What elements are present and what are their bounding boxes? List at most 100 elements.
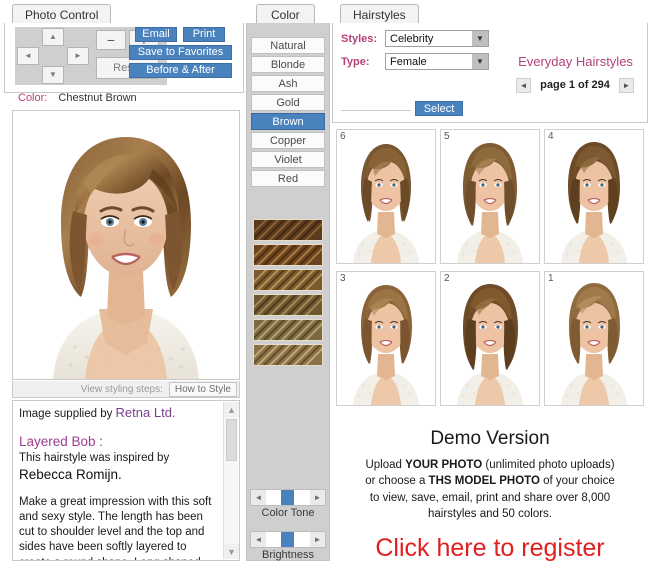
save-to-favorites-button[interactable]: Save to Favorites	[129, 45, 232, 60]
style-name: Layered Bob :	[19, 434, 104, 450]
register-link[interactable]: Click here to register	[332, 534, 648, 563]
style-paragraph: Make a great impression with this soft a…	[19, 495, 212, 560]
color-item-red[interactable]: Red	[251, 170, 325, 187]
color-item-copper[interactable]: Copper	[251, 132, 325, 149]
select-divider	[341, 110, 411, 111]
inspired-line: This hairstyle was inspired by	[19, 451, 170, 464]
hairstyle-thumb-2[interactable]: 2	[440, 271, 540, 406]
hairstyle-thumb-6[interactable]: 6	[336, 129, 436, 264]
hair-swatch-5[interactable]	[243, 317, 329, 343]
hairstyle-thumb-image	[441, 130, 539, 263]
photo-control-body: ▲ ▼ ◄ ► − + Reset Email Print Save to Fa…	[4, 23, 244, 93]
color-tone-control: ◄ ► Color Tone	[250, 489, 326, 519]
color-item-blonde[interactable]: Blonde	[251, 56, 325, 73]
brightness-label: Brightness	[262, 549, 314, 561]
hairstyle-thumbnail-grid: 6 5 4 3 2 1	[332, 129, 648, 409]
hairstyle-thumb-5[interactable]: 5	[440, 129, 540, 264]
hairstyle-thumb-image	[545, 130, 643, 263]
pagination: ◄ page 1 of 294 ►	[501, 76, 649, 94]
image-supplier: Retna Ltd.	[115, 405, 176, 420]
promo-line3: to view, save, email, print and share ov…	[369, 491, 611, 504]
page-indicator: page 1 of 294	[540, 79, 610, 91]
color-tone-slider[interactable]: ◄ ►	[250, 489, 326, 506]
pan-right-button[interactable]: ►	[67, 47, 89, 65]
color-tone-right-arrow-icon[interactable]: ►	[310, 490, 325, 505]
chevron-down-icon[interactable]: ▼	[472, 31, 488, 46]
styling-steps-bar: View styling steps: How to Style	[12, 381, 240, 398]
styling-steps-hint: View styling steps:	[80, 383, 163, 395]
scroll-down-icon[interactable]: ▼	[224, 544, 239, 559]
scrollbar-thumb[interactable]	[226, 419, 237, 461]
hairstyle-thumb-1[interactable]: 1	[544, 271, 644, 406]
hair-swatch-6[interactable]	[243, 342, 329, 368]
promo-body: Upload YOUR PHOTO (unlimited photo uploa…	[332, 457, 648, 522]
image-supplied-prefix: Image supplied by	[19, 408, 116, 420]
brightness-left-arrow-icon[interactable]: ◄	[251, 532, 266, 547]
hairstyles-tabstrip: Hairstyles	[332, 2, 648, 24]
hairstyle-thumb-image	[545, 272, 643, 405]
color-tabstrip: Color	[246, 2, 330, 24]
color-panel-body: Natural Blonde Ash Gold Brown Copper Vio…	[243, 23, 330, 561]
color-item-brown[interactable]: Brown	[251, 113, 325, 130]
prev-page-arrow-icon[interactable]: ◄	[516, 77, 532, 93]
category-title: Everyday Hairstyles	[518, 54, 633, 69]
color-tone-thumb[interactable]	[281, 490, 294, 505]
email-button[interactable]: Email	[135, 27, 177, 42]
pan-down-button[interactable]: ▼	[42, 66, 64, 84]
hair-swatch-1[interactable]	[243, 217, 329, 243]
promo-your-photo: YOUR PHOTO	[405, 459, 483, 471]
promo-line1-a: Upload	[365, 459, 406, 471]
thumb-number: 4	[548, 131, 554, 142]
thumb-number: 3	[340, 273, 346, 284]
hairstyle-thumb-image	[337, 272, 435, 405]
brightness-control: ◄ ► Brightness	[250, 531, 326, 561]
tab-photo-control[interactable]: Photo Control	[12, 4, 112, 24]
select-row: Select	[341, 101, 641, 117]
hairstyle-app-window: Photo Control ▲ ▼ ◄ ► − + Reset Email Pr…	[0, 0, 650, 563]
style-description-box: Image supplied by Retna Ltd. Layered Bob…	[12, 400, 240, 561]
hairstyles-panel: Hairstyles Styles: Celebrity ▼ Type: Fem…	[332, 2, 649, 562]
tab-color[interactable]: Color	[256, 4, 315, 24]
color-tone-left-arrow-icon[interactable]: ◄	[251, 490, 266, 505]
type-select-value: Female	[390, 55, 427, 68]
scroll-up-icon[interactable]: ▲	[224, 402, 239, 417]
demo-promo-block: Demo Version Upload YOUR PHOTO (unlimite…	[332, 422, 648, 562]
color-item-natural[interactable]: Natural	[251, 37, 325, 54]
zoom-out-button[interactable]: −	[96, 30, 126, 50]
pan-left-button[interactable]: ◄	[17, 47, 39, 65]
type-label: Type:	[341, 56, 370, 68]
styles-select[interactable]: Celebrity ▼	[385, 30, 489, 47]
hair-swatch-4[interactable]	[243, 292, 329, 318]
select-button[interactable]: Select	[415, 101, 463, 116]
brightness-thumb[interactable]	[281, 532, 294, 547]
hair-swatch-3[interactable]	[243, 267, 329, 293]
color-panel: Color Natural Blonde Ash Gold Brown Copp…	[243, 2, 330, 561]
next-page-arrow-icon[interactable]: ►	[618, 77, 634, 93]
thumb-number: 5	[444, 131, 450, 142]
how-to-style-button[interactable]: How to Style	[168, 381, 237, 397]
hair-swatch-2[interactable]	[243, 242, 329, 268]
pan-up-button[interactable]: ▲	[42, 28, 64, 46]
main-photo-frame[interactable]	[12, 110, 240, 380]
current-color-label: Color:	[18, 92, 48, 104]
hairstyle-thumb-3[interactable]: 3	[336, 271, 436, 406]
promo-line1-c: (unlimited photo uploads)	[482, 459, 615, 471]
color-item-gold[interactable]: Gold	[251, 94, 325, 111]
color-tone-label: Color Tone	[261, 507, 315, 519]
thumb-number: 1	[548, 273, 554, 284]
thumb-number: 2	[444, 273, 450, 284]
before-after-button[interactable]: Before & After	[129, 63, 232, 78]
type-select[interactable]: Female ▼	[385, 53, 489, 70]
model-photo	[13, 111, 239, 379]
brightness-right-arrow-icon[interactable]: ►	[310, 532, 325, 547]
promo-line2-a: or choose a	[365, 475, 429, 488]
promo-title: Demo Version	[430, 428, 550, 449]
print-button[interactable]: Print	[183, 27, 225, 42]
color-item-ash[interactable]: Ash	[251, 75, 325, 92]
hairstyle-thumb-4[interactable]: 4	[544, 129, 644, 264]
tab-hairstyles[interactable]: Hairstyles	[340, 4, 419, 24]
color-item-violet[interactable]: Violet	[251, 151, 325, 168]
brightness-slider[interactable]: ◄ ►	[250, 531, 326, 548]
description-scrollbar[interactable]: ▲ ▼	[223, 402, 239, 559]
chevron-down-icon[interactable]: ▼	[472, 54, 488, 69]
